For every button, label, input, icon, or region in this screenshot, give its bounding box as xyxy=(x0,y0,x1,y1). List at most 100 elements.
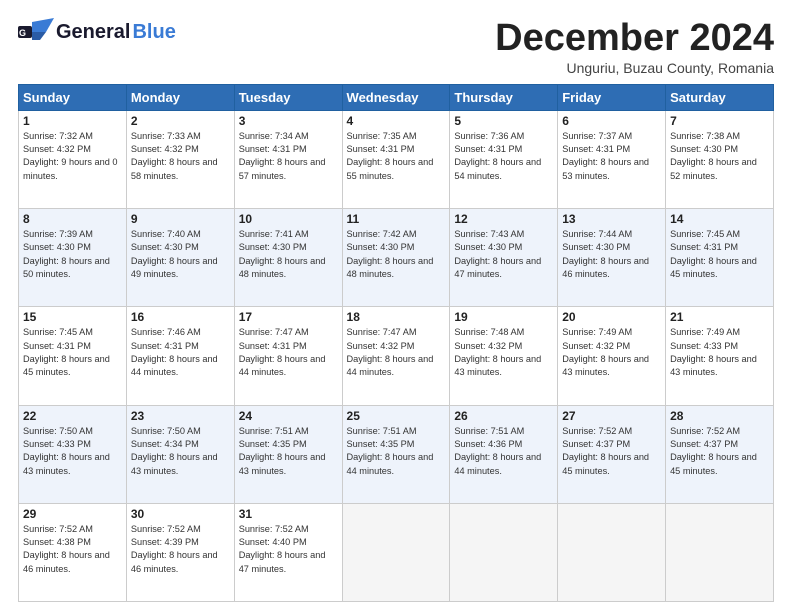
day-number: 1 xyxy=(23,114,122,128)
table-row: 25Sunrise: 7:51 AM Sunset: 4:35 PM Dayli… xyxy=(342,405,450,503)
table-row xyxy=(342,503,450,601)
day-number: 21 xyxy=(670,310,769,324)
day-number: 23 xyxy=(131,409,230,423)
day-number: 9 xyxy=(131,212,230,226)
title-area: December 2024 Unguriu, Buzau County, Rom… xyxy=(495,18,774,76)
day-number: 8 xyxy=(23,212,122,226)
logo: G GeneralBlue xyxy=(18,18,176,46)
table-row: 24 Sunrise: 7:51 AM Sunset: 4:35 PM Dayli… xyxy=(234,405,342,503)
day-info: Sunrise: 7:40 AM Sunset: 4:30 PM Dayligh… xyxy=(131,228,230,281)
table-row: 29 Sunrise: 7:52 AM Sunset: 4:38 PM Dayli… xyxy=(19,503,127,601)
table-row: 18Sunrise: 7:47 AM Sunset: 4:32 PM Dayli… xyxy=(342,307,450,405)
table-row: 9 Sunrise: 7:40 AM Sunset: 4:30 PM Daylig… xyxy=(126,209,234,307)
table-row: 21 Sunrise: 7:49 AM Sunset: 4:33 PM Dayli… xyxy=(666,307,774,405)
col-saturday: Saturday xyxy=(666,84,774,110)
calendar-week-row: 15 Sunrise: 7:45 AM Sunset: 4:31 PM Dayli… xyxy=(19,307,774,405)
day-info: Sunrise: 7:44 AM Sunset: 4:30 PM Dayligh… xyxy=(562,228,661,281)
table-row: 17 Sunrise: 7:47 AM Sunset: 4:31 PM Dayli… xyxy=(234,307,342,405)
day-info: Sunrise: 7:52 AM Sunset: 4:37 PM Dayligh… xyxy=(670,425,769,478)
day-number: 13 xyxy=(562,212,661,226)
calendar-week-row: 22Sunrise: 7:50 AM Sunset: 4:33 PM Dayli… xyxy=(19,405,774,503)
table-row: 23 Sunrise: 7:50 AM Sunset: 4:34 PM Dayli… xyxy=(126,405,234,503)
table-row xyxy=(558,503,666,601)
table-row: 14 Sunrise: 7:45 AM Sunset: 4:31 PM Dayli… xyxy=(666,209,774,307)
day-number: 28 xyxy=(670,409,769,423)
day-number: 20 xyxy=(562,310,661,324)
day-number: 17 xyxy=(239,310,338,324)
day-info: Sunrise: 7:51 AM Sunset: 4:35 PM Dayligh… xyxy=(239,425,338,478)
page: G GeneralBlue December 2024 Unguriu, Buz… xyxy=(0,0,792,612)
day-number: 11 xyxy=(347,212,446,226)
table-row: 6 Sunrise: 7:37 AM Sunset: 4:31 PM Daylig… xyxy=(558,110,666,208)
day-info: Sunrise: 7:45 AM Sunset: 4:31 PM Dayligh… xyxy=(670,228,769,281)
day-number: 27 xyxy=(562,409,661,423)
col-thursday: Thursday xyxy=(450,84,558,110)
day-info: Sunrise: 7:51 AM Sunset: 4:36 PM Dayligh… xyxy=(454,425,553,478)
day-info: Sunrise: 7:52 AM Sunset: 4:38 PM Dayligh… xyxy=(23,523,122,576)
day-number: 14 xyxy=(670,212,769,226)
table-row: 20 Sunrise: 7:49 AM Sunset: 4:32 PM Dayli… xyxy=(558,307,666,405)
table-row: 10 Sunrise: 7:41 AM Sunset: 4:30 PM Dayli… xyxy=(234,209,342,307)
day-info: Sunrise: 7:33 AM Sunset: 4:32 PM Dayligh… xyxy=(131,130,230,183)
day-info: Sunrise: 7:42 AM Sunset: 4:30 PM Dayligh… xyxy=(347,228,446,281)
table-row: 16 Sunrise: 7:46 AM Sunset: 4:31 PM Dayli… xyxy=(126,307,234,405)
day-number: 4 xyxy=(347,114,446,128)
table-row: 15 Sunrise: 7:45 AM Sunset: 4:31 PM Dayli… xyxy=(19,307,127,405)
table-row xyxy=(450,503,558,601)
day-info: Sunrise: 7:39 AM Sunset: 4:30 PM Dayligh… xyxy=(23,228,122,281)
table-row: 30Sunrise: 7:52 AM Sunset: 4:39 PM Dayli… xyxy=(126,503,234,601)
table-row: 31Sunrise: 7:52 AM Sunset: 4:40 PM Dayli… xyxy=(234,503,342,601)
table-row xyxy=(666,503,774,601)
table-row: 19Sunrise: 7:48 AM Sunset: 4:32 PM Dayli… xyxy=(450,307,558,405)
day-info: Sunrise: 7:46 AM Sunset: 4:31 PM Dayligh… xyxy=(131,326,230,379)
day-number: 31 xyxy=(239,507,338,521)
calendar-header-row: Sunday Monday Tuesday Wednesday Thursday… xyxy=(19,84,774,110)
header: G GeneralBlue December 2024 Unguriu, Buz… xyxy=(18,18,774,76)
logo-icon: G xyxy=(18,18,54,46)
month-title: December 2024 xyxy=(495,18,774,60)
table-row: 13 Sunrise: 7:44 AM Sunset: 4:30 PM Dayli… xyxy=(558,209,666,307)
table-row: 1 Sunrise: 7:32 AM Sunset: 4:32 PM Daylig… xyxy=(19,110,127,208)
day-info: Sunrise: 7:34 AM Sunset: 4:31 PM Dayligh… xyxy=(239,130,338,183)
day-info: Sunrise: 7:49 AM Sunset: 4:32 PM Dayligh… xyxy=(562,326,661,379)
day-number: 16 xyxy=(131,310,230,324)
table-row: 2Sunrise: 7:33 AM Sunset: 4:32 PM Daylig… xyxy=(126,110,234,208)
day-number: 19 xyxy=(454,310,553,324)
day-number: 6 xyxy=(562,114,661,128)
day-number: 10 xyxy=(239,212,338,226)
day-info: Sunrise: 7:43 AM Sunset: 4:30 PM Dayligh… xyxy=(454,228,553,281)
day-info: Sunrise: 7:49 AM Sunset: 4:33 PM Dayligh… xyxy=(670,326,769,379)
col-friday: Friday xyxy=(558,84,666,110)
day-number: 15 xyxy=(23,310,122,324)
day-info: Sunrise: 7:41 AM Sunset: 4:30 PM Dayligh… xyxy=(239,228,338,281)
day-info: Sunrise: 7:37 AM Sunset: 4:31 PM Dayligh… xyxy=(562,130,661,183)
day-info: Sunrise: 7:32 AM Sunset: 4:32 PM Dayligh… xyxy=(23,130,122,183)
table-row: 12 Sunrise: 7:43 AM Sunset: 4:30 PM Dayli… xyxy=(450,209,558,307)
svg-text:G: G xyxy=(19,28,26,38)
day-number: 25 xyxy=(347,409,446,423)
day-info: Sunrise: 7:47 AM Sunset: 4:31 PM Dayligh… xyxy=(239,326,338,379)
table-row: 4 Sunrise: 7:35 AM Sunset: 4:31 PM Daylig… xyxy=(342,110,450,208)
table-row: 5Sunrise: 7:36 AM Sunset: 4:31 PM Daylig… xyxy=(450,110,558,208)
day-number: 30 xyxy=(131,507,230,521)
day-number: 12 xyxy=(454,212,553,226)
col-wednesday: Wednesday xyxy=(342,84,450,110)
day-number: 24 xyxy=(239,409,338,423)
day-number: 29 xyxy=(23,507,122,521)
calendar: Sunday Monday Tuesday Wednesday Thursday… xyxy=(18,84,774,602)
day-number: 5 xyxy=(454,114,553,128)
col-sunday: Sunday xyxy=(19,84,127,110)
day-info: Sunrise: 7:35 AM Sunset: 4:31 PM Dayligh… xyxy=(347,130,446,183)
day-info: Sunrise: 7:45 AM Sunset: 4:31 PM Dayligh… xyxy=(23,326,122,379)
day-number: 26 xyxy=(454,409,553,423)
table-row: 22Sunrise: 7:50 AM Sunset: 4:33 PM Dayli… xyxy=(19,405,127,503)
table-row: 11 Sunrise: 7:42 AM Sunset: 4:30 PM Dayli… xyxy=(342,209,450,307)
table-row: 3Sunrise: 7:34 AM Sunset: 4:31 PM Daylig… xyxy=(234,110,342,208)
day-number: 22 xyxy=(23,409,122,423)
day-number: 7 xyxy=(670,114,769,128)
day-info: Sunrise: 7:47 AM Sunset: 4:32 PM Dayligh… xyxy=(347,326,446,379)
table-row: 28 Sunrise: 7:52 AM Sunset: 4:37 PM Dayli… xyxy=(666,405,774,503)
day-info: Sunrise: 7:52 AM Sunset: 4:37 PM Dayligh… xyxy=(562,425,661,478)
day-info: Sunrise: 7:50 AM Sunset: 4:34 PM Dayligh… xyxy=(131,425,230,478)
col-tuesday: Tuesday xyxy=(234,84,342,110)
